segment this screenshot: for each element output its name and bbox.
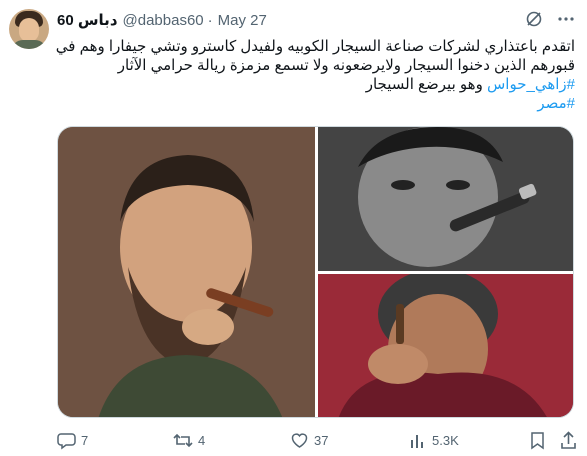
views-button[interactable]: 5.3K bbox=[408, 429, 459, 451]
photo-che-illustration bbox=[318, 127, 573, 271]
photo-fidel[interactable] bbox=[58, 127, 315, 417]
share-icon bbox=[560, 430, 577, 450]
photo-zahi[interactable] bbox=[318, 274, 573, 417]
media-grid bbox=[57, 126, 574, 418]
avatar-face bbox=[19, 18, 39, 42]
author-handle[interactable]: @dabbas60 bbox=[123, 12, 204, 29]
grok-icon[interactable] bbox=[525, 10, 543, 28]
like-count: 37 bbox=[314, 432, 329, 448]
avatar-shirt bbox=[11, 40, 47, 49]
views-count: 5.3K bbox=[432, 432, 459, 448]
tweet-text-line-3-rest: وهو بيرضع السيجار bbox=[365, 76, 487, 93]
hashtag-egypt[interactable]: #مصر bbox=[537, 95, 575, 112]
tweet-text-line-2: قبورهم الذين دخنوا السيجار ولايرضعونه ول… bbox=[117, 57, 575, 74]
bookmark-icon bbox=[529, 431, 546, 450]
tweet-text-line-3: #زاهي_حواس وهو بيرضع السيجار bbox=[57, 75, 575, 94]
retweet-button[interactable]: 4 bbox=[173, 429, 205, 451]
separator-dot: · bbox=[207, 11, 213, 29]
photo-che[interactable] bbox=[318, 127, 573, 271]
reply-count: 7 bbox=[81, 432, 89, 448]
bookmark-button[interactable] bbox=[529, 429, 546, 451]
tweet-text-line-4: #مصر bbox=[57, 94, 575, 113]
photo-fidel-illustration bbox=[58, 127, 315, 417]
more-icon[interactable] bbox=[557, 10, 575, 28]
photo-zahi-illustration bbox=[318, 274, 573, 417]
top-right-icons bbox=[525, 10, 575, 28]
avatar[interactable] bbox=[9, 9, 49, 49]
reply-icon bbox=[57, 431, 76, 450]
author-name[interactable]: دباس 60 bbox=[57, 11, 118, 29]
retweet-icon bbox=[173, 431, 193, 450]
retweet-count: 4 bbox=[198, 432, 206, 448]
tweet-date[interactable]: May 27 bbox=[218, 12, 267, 29]
views-icon bbox=[408, 431, 427, 450]
tweet-header: دباس 60 @dabbas60 · May 27 bbox=[57, 10, 267, 30]
like-button[interactable]: 37 bbox=[290, 429, 328, 451]
share-button[interactable] bbox=[560, 429, 577, 451]
tweet-actions: 7 4 37 5.3K bbox=[57, 429, 577, 451]
tweet-text: اتقدم باعتذاري لشركات صناعة السيجار الكو… bbox=[55, 37, 575, 113]
tweet-text-line-1: اتقدم باعتذاري لشركات صناعة السيجار الكو… bbox=[55, 38, 575, 55]
hashtag-zahi-hawass[interactable]: #زاهي_حواس bbox=[487, 76, 575, 93]
reply-button[interactable]: 7 bbox=[57, 429, 88, 451]
heart-icon bbox=[290, 431, 309, 450]
